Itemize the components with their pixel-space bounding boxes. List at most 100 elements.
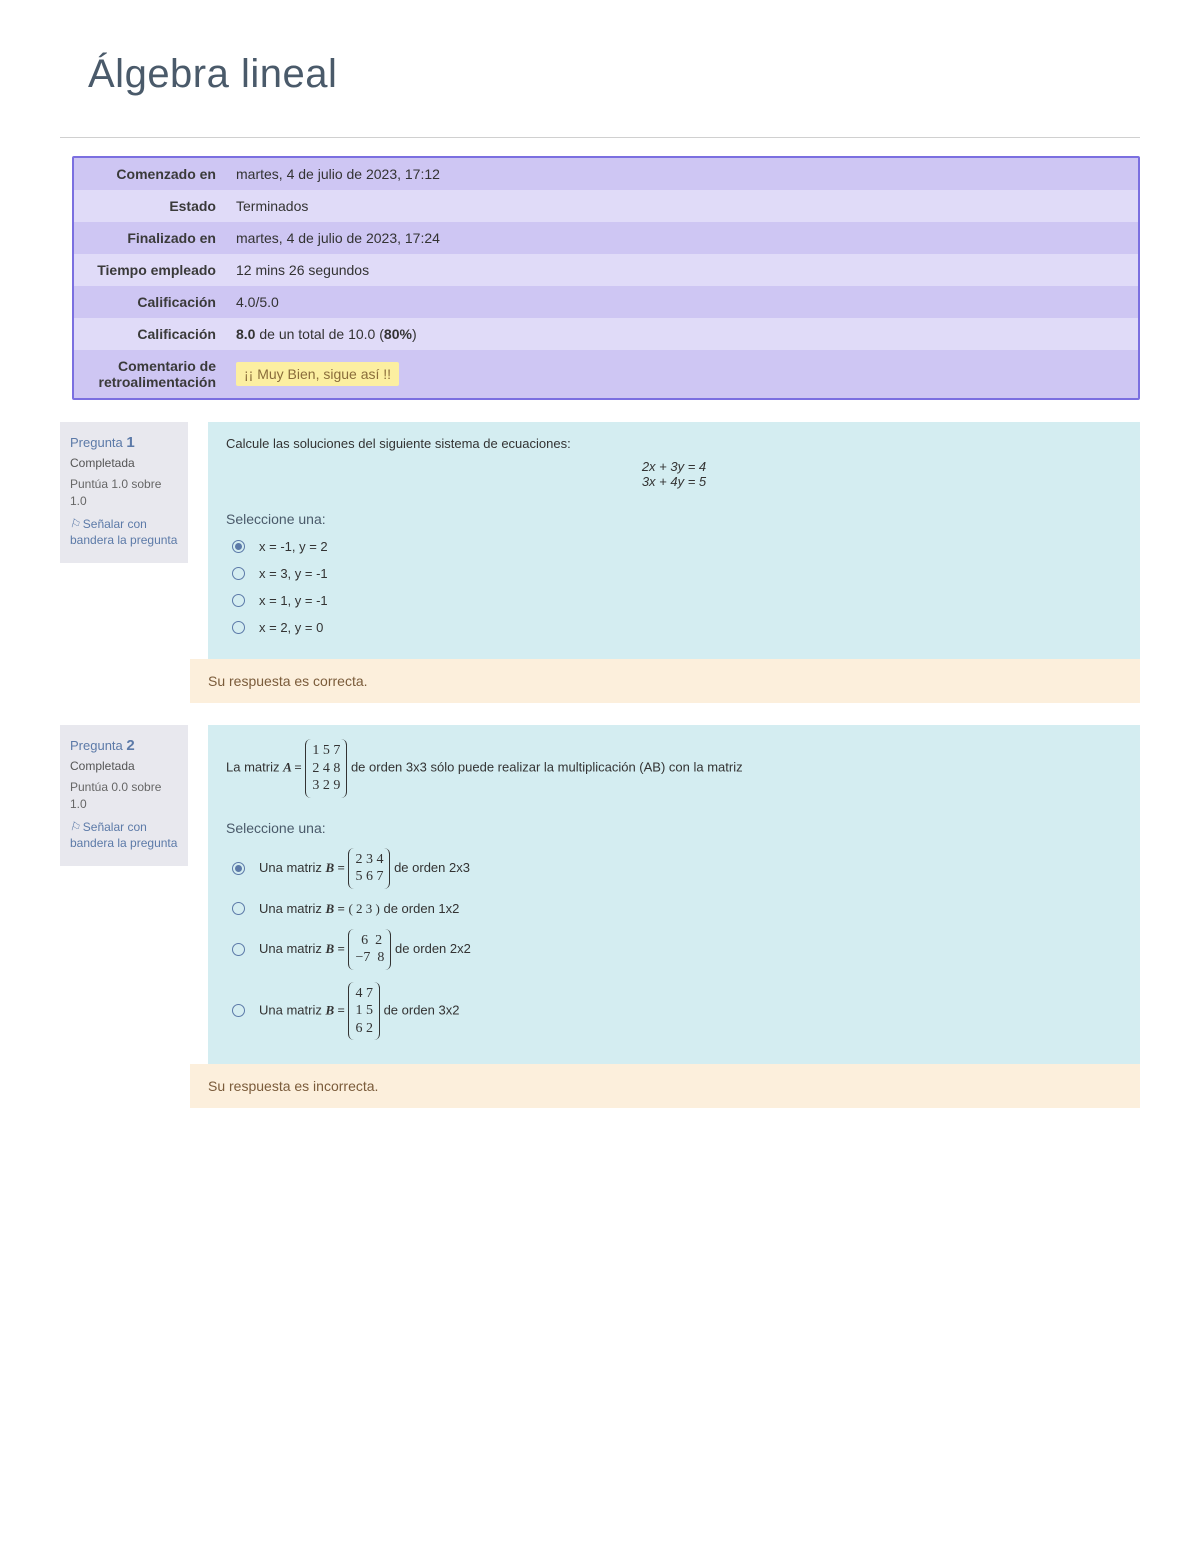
table-row: Comenzado en martes, 4 de julio de 2023,…	[74, 158, 1138, 190]
matrix-B: 2 3 4 5 6 7	[348, 848, 390, 889]
question-info-panel: Pregunta 1 Completada Puntúa 1.0 sobre 1…	[60, 422, 188, 563]
summary-table: Comenzado en martes, 4 de julio de 2023,…	[74, 158, 1138, 398]
flag-question-link[interactable]: ⚐Señalar con bandera la pregunta	[70, 517, 180, 548]
flag-question-link[interactable]: ⚐Señalar con bandera la pregunta	[70, 820, 180, 851]
matrix-row: −7 8	[355, 949, 384, 967]
table-row: Estado Terminados	[74, 190, 1138, 222]
matrix-row: 1 5	[355, 1002, 373, 1020]
option-radio[interactable]: x = -1, y = 2	[232, 533, 1122, 560]
question-info-panel: Pregunta 2 Completada Puntúa 0.0 sobre 1…	[60, 725, 188, 866]
table-row: Calificación 8.0 de un total de 10.0 (80…	[74, 318, 1138, 350]
summary-value: 4.0/5.0	[226, 286, 1138, 318]
opt-pre: Una matriz	[259, 940, 325, 955]
question-content: La matriz A = 1 5 7 2 4 8 3 2 9 de orden…	[208, 725, 1140, 1064]
grade-bold: 8.0	[236, 326, 255, 342]
option-radio[interactable]: x = 2, y = 0	[232, 614, 1122, 641]
radio-icon	[232, 943, 245, 956]
summary-value: martes, 4 de julio de 2023, 17:24	[226, 222, 1138, 254]
flag-icon: ⚐	[68, 819, 82, 837]
matrix-variable: B =	[325, 859, 344, 874]
summary-label: Calificación	[74, 286, 226, 318]
question-number: 1	[126, 434, 134, 451]
summary-section: Comenzado en martes, 4 de julio de 2023,…	[60, 137, 1140, 400]
summary-label: Finalizado en	[74, 222, 226, 254]
grade-pct: 80%	[384, 326, 412, 342]
matrix-row: 5 6 7	[355, 868, 383, 886]
question-content: Calcule las soluciones del siguiente sis…	[208, 422, 1140, 659]
question-title: Pregunta 2	[70, 735, 180, 756]
summary-value: ¡¡ Muy Bien, sigue así !!	[226, 350, 1138, 398]
matrix-variable: B =	[325, 940, 344, 955]
option-label: Una matriz B = 4 7 1 5 6 2 de orden 3x2	[259, 982, 459, 1041]
option-label: x = 1, y = -1	[259, 593, 328, 608]
flag-icon: ⚐	[68, 516, 82, 534]
option-radio[interactable]: Una matriz B = 2 3 4 5 6 7 de orden 2x3	[232, 842, 1122, 895]
summary-label: Calificación	[74, 318, 226, 350]
grade-end: )	[412, 326, 417, 342]
summary-value: 8.0 de un total de 10.0 (80%)	[226, 318, 1138, 350]
text-pre: La matriz	[226, 760, 283, 775]
option-radio[interactable]: Una matriz B = 4 7 1 5 6 2 de orden 3x2	[232, 976, 1122, 1047]
radio-icon	[232, 540, 245, 553]
matrix-row: 6 2	[355, 1020, 373, 1038]
matrix-B: 6 2 −7 8	[348, 929, 391, 970]
radio-icon	[232, 902, 245, 915]
summary-value: Terminados	[226, 190, 1138, 222]
feedback-badge: ¡¡ Muy Bien, sigue así !!	[236, 362, 399, 386]
matrix-row: 2 3 4	[355, 851, 383, 869]
question-state: Completada	[70, 758, 180, 775]
summary-label: Comenzado en	[74, 158, 226, 190]
table-row: Tiempo empleado 12 mins 26 segundos	[74, 254, 1138, 286]
summary-label: Comentario de retroalimentación	[74, 350, 226, 398]
equations: 2x + 3y = 4 3x + 4y = 5	[226, 459, 1122, 489]
question-grade: Puntúa 1.0 sobre 1.0	[70, 476, 180, 510]
opt-post: de orden 2x3	[394, 859, 470, 874]
radio-icon	[232, 862, 245, 875]
question-text: La matriz A = 1 5 7 2 4 8 3 2 9 de orden…	[226, 739, 1122, 798]
option-radio[interactable]: x = 1, y = -1	[232, 587, 1122, 614]
inline-matrix: ( 2 3 )	[348, 901, 379, 916]
option-radio[interactable]: Una matriz B = 6 2 −7 8 de orden 2x2	[232, 923, 1122, 976]
answer-feedback: Su respuesta es incorrecta.	[190, 1064, 1140, 1108]
flag-label: Señalar con bandera la pregunta	[70, 517, 177, 547]
question-grade: Puntúa 0.0 sobre 1.0	[70, 779, 180, 813]
matrix-row: 6 2	[355, 932, 384, 950]
grade-mid: de un total de 10.0 (	[255, 326, 383, 342]
equation-line: 2x + 3y = 4	[226, 459, 1122, 474]
table-row: Finalizado en martes, 4 de julio de 2023…	[74, 222, 1138, 254]
option-radio[interactable]: x = 3, y = -1	[232, 560, 1122, 587]
text-mid: de orden 3x3 sólo puede realizar la mult…	[351, 760, 743, 775]
answer-feedback: Su respuesta es correcta.	[190, 659, 1140, 703]
radio-icon	[232, 1004, 245, 1017]
option-label: Una matriz B = ( 2 3 ) de orden 1x2	[259, 901, 459, 917]
opt-post: de orden 2x2	[395, 940, 471, 955]
table-row: Calificación 4.0/5.0	[74, 286, 1138, 318]
question-title: Pregunta 1	[70, 432, 180, 453]
table-row: Comentario de retroalimentación ¡¡ Muy B…	[74, 350, 1138, 398]
options-list: Una matriz B = 2 3 4 5 6 7 de orden 2x3	[232, 842, 1122, 1047]
question-label: Pregunta	[70, 435, 126, 450]
matrix-variable: B =	[325, 901, 344, 916]
select-one-label: Seleccione una:	[226, 511, 1122, 527]
equation-line: 3x + 4y = 5	[226, 474, 1122, 489]
option-label: x = 2, y = 0	[259, 620, 323, 635]
summary-value: 12 mins 26 segundos	[226, 254, 1138, 286]
matrix-row: 3 2 9	[312, 777, 340, 795]
question-number: 2	[126, 737, 134, 754]
option-radio[interactable]: Una matriz B = ( 2 3 ) de orden 1x2	[232, 895, 1122, 923]
flag-label: Señalar con bandera la pregunta	[70, 820, 177, 850]
opt-pre: Una matriz	[259, 859, 325, 874]
matrix-row: 4 7	[355, 985, 373, 1003]
option-label: Una matriz B = 2 3 4 5 6 7 de orden 2x3	[259, 848, 470, 889]
radio-icon	[232, 594, 245, 607]
question-1: Pregunta 1 Completada Puntúa 1.0 sobre 1…	[60, 422, 1140, 659]
radio-icon	[232, 567, 245, 580]
question-state: Completada	[70, 455, 180, 472]
question-2: Pregunta 2 Completada Puntúa 0.0 sobre 1…	[60, 725, 1140, 1064]
matrix-variable: B =	[325, 1002, 344, 1017]
opt-post: de orden 1x2	[383, 901, 459, 916]
option-label: Una matriz B = 6 2 −7 8 de orden 2x2	[259, 929, 471, 970]
matrix-row: 2 4 8	[312, 760, 340, 778]
summary-label: Estado	[74, 190, 226, 222]
page-title: Álgebra lineal	[88, 52, 1140, 97]
